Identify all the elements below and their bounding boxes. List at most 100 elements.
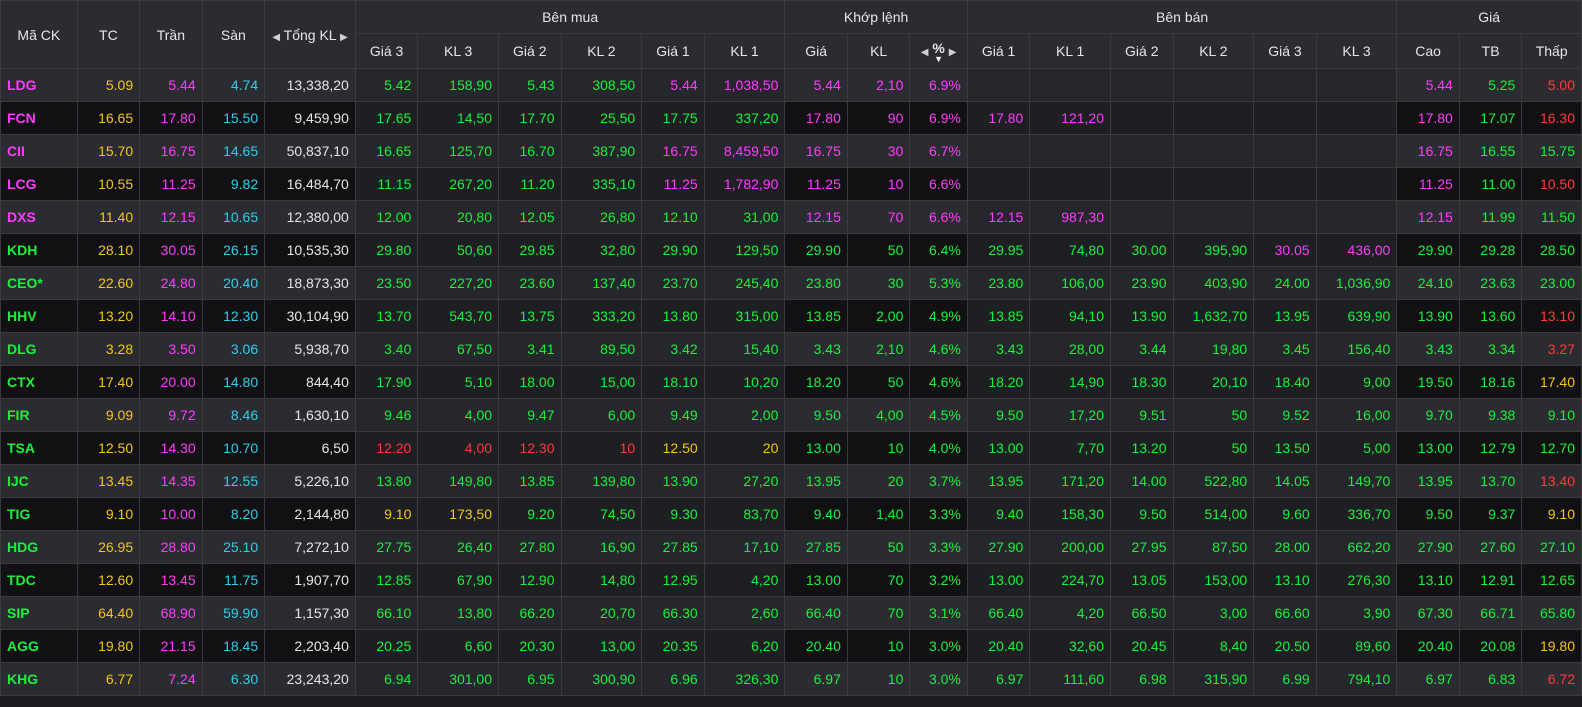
table-row[interactable]: FIR 9.09 9.72 8.46 1,630,10 9.46 4,00 9.47 6,00 9… (0, 398, 1582, 432)
caret-left-icon[interactable]: ◀ (272, 32, 280, 43)
buy-cell: 16.75 (641, 134, 705, 168)
symbol-cell[interactable]: LCG (0, 167, 78, 201)
symbol-cell[interactable]: LDG (0, 68, 78, 102)
total-volume-cell: 5,226,10 (264, 464, 356, 498)
symbol-cell[interactable]: KDH (0, 233, 78, 267)
table-row[interactable]: TIG 9.10 10.00 8.20 2,144,80 9.10 173,50 9.20 74… (0, 497, 1582, 531)
sell-cell: 794,10 (1315, 662, 1398, 696)
match-price-cell: 13.00 (784, 431, 848, 465)
buy-cell: 335,10 (560, 167, 643, 201)
symbol-cell[interactable]: TDC (0, 563, 78, 597)
buy-cell: 173,50 (417, 497, 500, 531)
ceiling-cell: 9.72 (139, 398, 203, 432)
header-buy-col[interactable]: KL 1 (703, 33, 786, 69)
header-ref-price[interactable]: TC (76, 0, 141, 69)
symbol-cell[interactable]: AGG (0, 629, 78, 663)
table-row[interactable]: HHV 13.20 14.10 12.30 30,104,90 13.70 543,70 13… (0, 299, 1582, 333)
table-row[interactable]: TSA 12.50 14.30 10.70 6,50 12.20 4,00 12.30 10 12… (0, 431, 1582, 465)
symbol-cell[interactable]: FCN (0, 101, 78, 135)
floor-cell: 25.10 (201, 530, 266, 564)
sell-cell (1315, 167, 1398, 201)
symbol-cell[interactable]: FIR (0, 398, 78, 432)
match-volume-cell: 50 (846, 233, 911, 267)
ref-price-cell: 12.60 (76, 563, 141, 597)
header-sell-col[interactable]: KL 2 (1172, 33, 1255, 69)
ref-price-cell: 15.70 (76, 134, 141, 168)
header-buy-col[interactable]: Giá 3 (354, 33, 419, 69)
header-floor[interactable]: Sàn (201, 0, 266, 69)
header-symbol[interactable]: Mã CK (0, 0, 78, 69)
header-sell-col[interactable]: Giá 2 (1110, 33, 1174, 69)
header-match-price[interactable]: Giá (784, 33, 848, 69)
header-sell-col[interactable]: Giá 1 (966, 33, 1031, 69)
header-buy-col[interactable]: KL 3 (417, 33, 500, 69)
sell-cell: 19,80 (1172, 332, 1255, 366)
symbol-cell[interactable]: DXS (0, 200, 78, 234)
avg-price-cell: 16.55 (1458, 134, 1523, 168)
buy-cell: 149,80 (417, 464, 500, 498)
sell-cell (1110, 167, 1174, 201)
symbol-cell[interactable]: SIP (0, 596, 78, 630)
table-row[interactable]: AGG 19.80 21.15 18.45 2,203,40 20.25 6,60 20.30… (0, 629, 1582, 663)
sell-cell: 9.50 (1110, 497, 1174, 531)
table-row[interactable]: KHG 6.77 7.24 6.30 23,243,20 6.94 301,00 6.95 30… (0, 662, 1582, 696)
symbol-cell[interactable]: CII (0, 134, 78, 168)
table-row[interactable]: KDH 28.10 30.05 26.15 10,535,30 29.80 50,60 29.… (0, 233, 1582, 267)
caret-right-icon[interactable]: ▶ (340, 32, 348, 43)
symbol-cell[interactable]: DLG (0, 332, 78, 366)
table-row[interactable]: LDG 5.09 5.44 4.74 13,338,20 5.42 158,90 5.43 30… (0, 68, 1582, 102)
floor-cell: 4.74 (201, 68, 266, 102)
symbol-cell[interactable]: IJC (0, 464, 78, 498)
symbol-cell[interactable]: HHV (0, 299, 78, 333)
table-row[interactable]: CEO* 22.60 24.80 20.40 18,873,30 23.50 227,20 2… (0, 266, 1582, 300)
ceiling-cell: 20.00 (139, 365, 203, 399)
header-match-volume[interactable]: KL (846, 33, 911, 69)
header-match-percent[interactable]: ◀ % ▼ ▶ (909, 33, 968, 69)
header-price-avg[interactable]: TB (1458, 33, 1523, 69)
caret-right-icon[interactable]: ▶ (949, 47, 957, 58)
header-sell-col[interactable]: KL 3 (1315, 33, 1398, 69)
table-row[interactable]: IJC 13.45 14.35 12.55 5,226,10 13.80 149,80 13.… (0, 464, 1582, 498)
table-row[interactable]: SIP 64.40 68.90 59.90 1,157,30 66.10 13,80 66.2… (0, 596, 1582, 630)
table-row[interactable]: LCG 10.55 11.25 9.82 16,484,70 11.15 267,20 11.… (0, 167, 1582, 201)
symbol-cell[interactable]: HDG (0, 530, 78, 564)
header-buy-col[interactable]: KL 2 (560, 33, 643, 69)
header-sell-col[interactable]: Giá 3 (1253, 33, 1317, 69)
header-buy-col[interactable]: Giá 1 (641, 33, 705, 69)
header-price-high[interactable]: Cao (1396, 33, 1460, 69)
symbol-cell[interactable]: TSA (0, 431, 78, 465)
sell-cell (1253, 167, 1317, 201)
table-row[interactable]: HDG 26.95 28.80 25.10 7,272,10 27.75 26,40 27.8… (0, 530, 1582, 564)
table-row[interactable]: CTX 17.40 20.00 14.80 844,40 17.90 5,10 18.00 15… (0, 365, 1582, 399)
price-board-table: Mã CK TC Trần Sàn ◀ Tổng KL ▶ Bên mua Kh… (0, 0, 1582, 696)
table-row[interactable]: CII 15.70 16.75 14.65 50,837,10 16.65 125,70 16… (0, 134, 1582, 168)
header-total-volume[interactable]: ◀ Tổng KL ▶ (264, 0, 356, 69)
sort-desc-icon[interactable]: ▼ (932, 55, 944, 64)
table-row[interactable]: FCN 16.65 17.80 15.50 9,459,90 17.65 14,50 17.7… (0, 101, 1582, 135)
header-buy-col[interactable]: Giá 2 (498, 33, 562, 69)
buy-cell: 5.43 (498, 68, 562, 102)
match-percent-cell: 4.5% (909, 398, 968, 432)
header-sell-col[interactable]: KL 1 (1029, 33, 1112, 69)
high-price-cell: 12.15 (1396, 200, 1460, 234)
match-percent-cell: 6.6% (909, 167, 968, 201)
sell-cell (1110, 200, 1174, 234)
ref-price-cell: 28.10 (76, 233, 141, 267)
low-price-cell: 23.00 (1521, 266, 1582, 300)
symbol-cell[interactable]: CEO* (0, 266, 78, 300)
match-percent-cell: 5.3% (909, 266, 968, 300)
symbol-cell[interactable]: KHG (0, 662, 78, 696)
caret-left-icon[interactable]: ◀ (921, 47, 929, 58)
ceiling-cell: 68.90 (139, 596, 203, 630)
sell-cell: 121,20 (1029, 101, 1112, 135)
ref-price-cell: 3.28 (76, 332, 141, 366)
table-row[interactable]: TDC 12.60 13.45 11.75 1,907,70 12.85 67,90 12.9… (0, 563, 1582, 597)
symbol-cell[interactable]: TIG (0, 497, 78, 531)
table-row[interactable]: DLG 3.28 3.50 3.06 5,938,70 3.40 67,50 3.41 89,5… (0, 332, 1582, 366)
header-price-low[interactable]: Thấp (1521, 33, 1582, 69)
high-price-cell: 16.75 (1396, 134, 1460, 168)
match-volume-cell: 10 (846, 167, 911, 201)
table-row[interactable]: DXS 11.40 12.15 10.65 12,380,00 12.00 20,80 12.… (0, 200, 1582, 234)
header-ceiling[interactable]: Trần (139, 0, 203, 69)
symbol-cell[interactable]: CTX (0, 365, 78, 399)
